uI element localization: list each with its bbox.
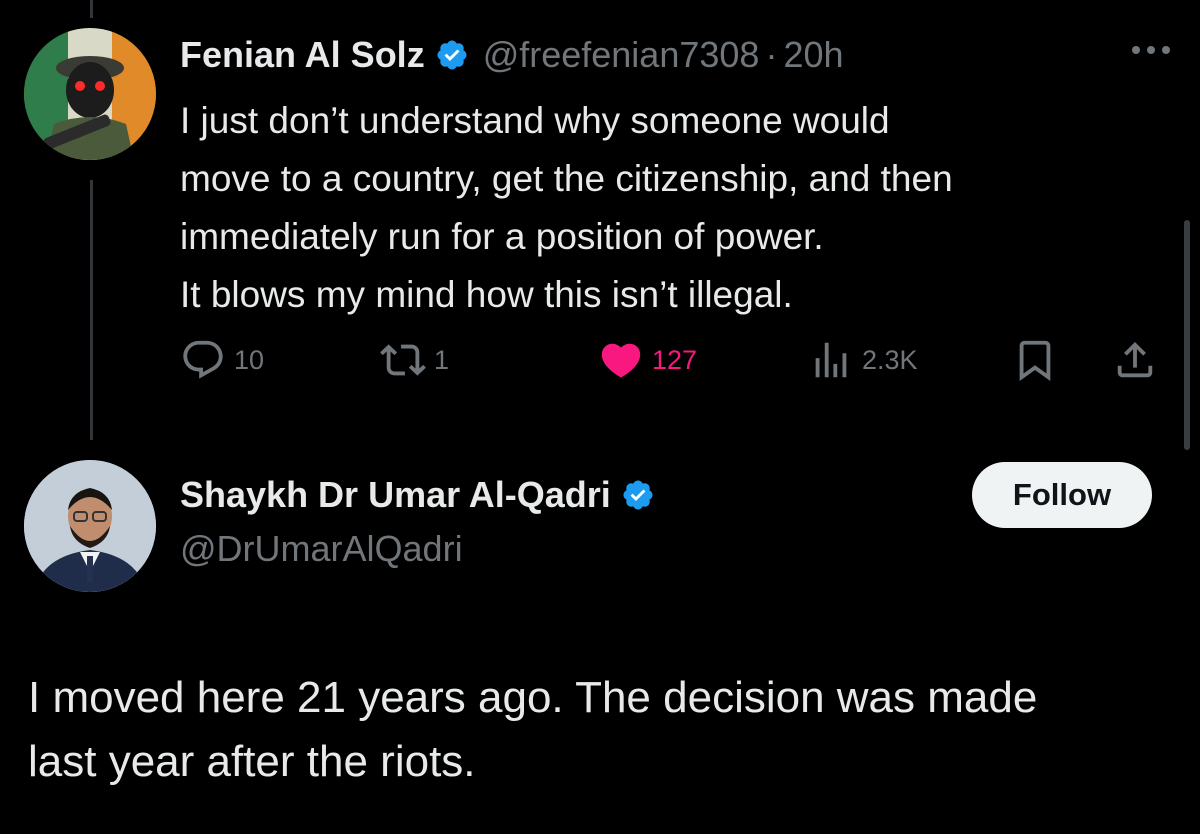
follow-button[interactable]: Follow xyxy=(972,462,1152,528)
reply-author-handle[interactable]: @DrUmarAlQadri xyxy=(180,528,463,570)
bookmark-icon xyxy=(1019,340,1051,381)
views-button[interactable]: 2.3K xyxy=(808,330,918,390)
verified-badge-icon xyxy=(623,480,653,510)
views-chart-icon xyxy=(815,342,847,378)
tweet-text-line: It blows my mind how this isn’t illegal. xyxy=(180,274,793,315)
avatar[interactable] xyxy=(24,28,156,160)
more-options-icon[interactable] xyxy=(1128,38,1174,62)
avatar[interactable] xyxy=(24,460,156,592)
tweet-header: Fenian Al Solz @freefenian7308 · 20h xyxy=(180,30,844,80)
tweet-text-line: move to a country, get the citizenship, … xyxy=(180,158,953,199)
views-count: 2.3K xyxy=(862,344,918,375)
like-count: 127 xyxy=(652,344,698,375)
masked-figure-avatar-icon xyxy=(24,28,156,160)
like-button[interactable]: 127 xyxy=(598,330,697,390)
reply-header: Shaykh Dr Umar Al-Qadri xyxy=(180,470,655,520)
reply-author-name[interactable]: Shaykh Dr Umar Al-Qadri xyxy=(180,474,611,516)
author-handle[interactable]: @freefenian7308 xyxy=(483,34,760,76)
author-name[interactable]: Fenian Al Solz xyxy=(180,34,425,76)
thread-line-connector xyxy=(90,180,93,440)
tweet-text: I just don’t understand why someone woul… xyxy=(180,92,1170,324)
bookmark-button[interactable] xyxy=(1012,330,1058,390)
reply-button[interactable]: 10 xyxy=(180,330,264,390)
reply-text-line: I moved here 21 years ago. The decision … xyxy=(28,673,1038,722)
retweet-button[interactable]: 1 xyxy=(380,330,449,390)
scrollbar[interactable] xyxy=(1184,220,1190,450)
tweet-action-bar: 10 1 127 2.3K xyxy=(180,330,1170,390)
separator-dot: · xyxy=(765,34,778,75)
verified-badge-icon xyxy=(437,40,467,70)
reply-text: I moved here 21 years ago. The decision … xyxy=(28,666,1037,794)
reply-text-line: last year after the riots. xyxy=(28,737,476,786)
reply-icon xyxy=(183,340,223,379)
thread-line-top xyxy=(90,0,93,18)
retweet-icon xyxy=(380,344,426,376)
tweet-text-line: I just don’t understand why someone woul… xyxy=(180,100,890,141)
tweet-text-line: immediately run for a position of power. xyxy=(180,216,824,257)
man-in-suit-avatar-icon xyxy=(24,460,156,592)
share-icon xyxy=(1117,341,1153,378)
heart-filled-icon xyxy=(601,343,641,378)
reply-count: 10 xyxy=(234,344,265,375)
share-button[interactable] xyxy=(1112,330,1158,390)
tweet-timestamp[interactable]: 20h xyxy=(783,34,843,76)
retweet-count: 1 xyxy=(434,344,450,375)
